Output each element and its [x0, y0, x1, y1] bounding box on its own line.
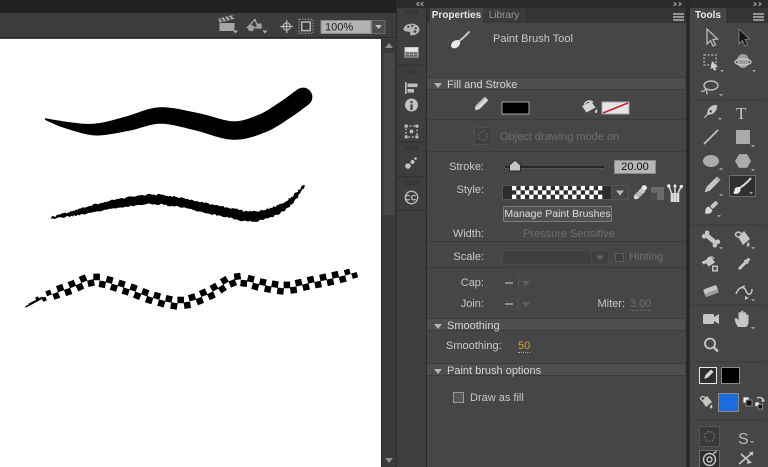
svg-text:100%: 100% [325, 22, 353, 34]
svg-text:T: T [736, 104, 747, 123]
svg-text:S: S [738, 431, 749, 448]
